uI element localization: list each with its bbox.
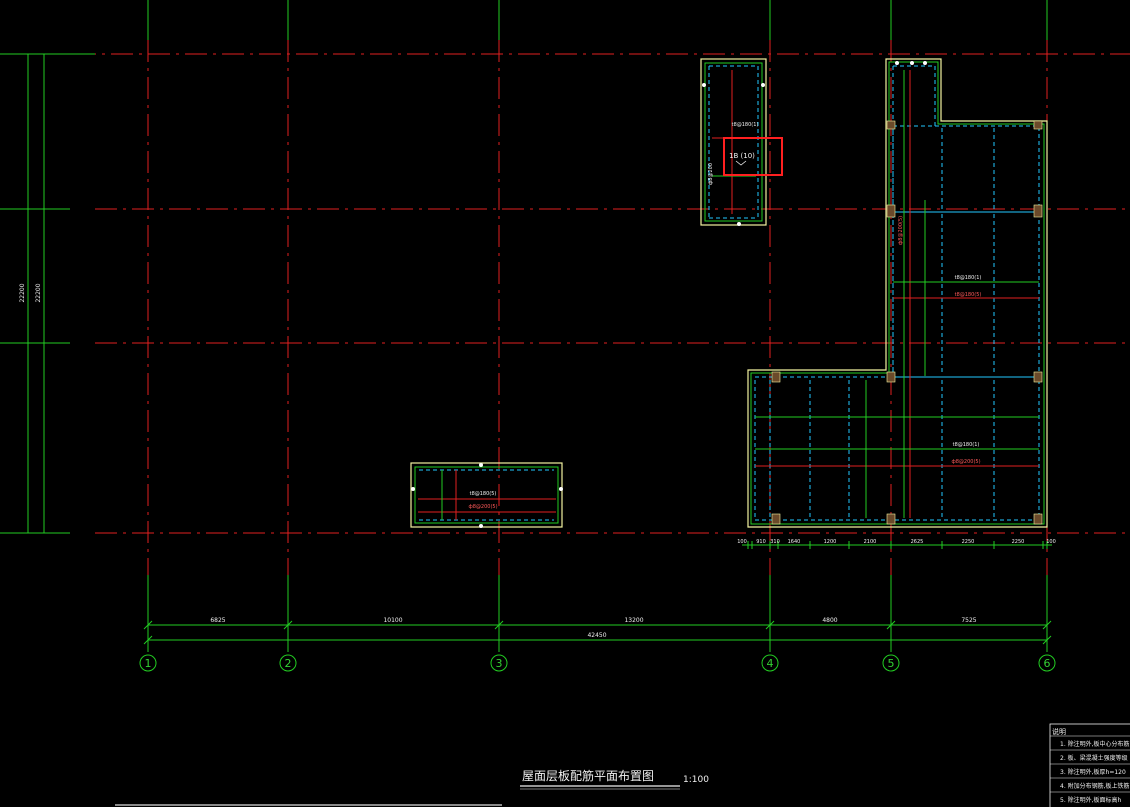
- drawing-scale: 1:100: [683, 775, 709, 785]
- sub-dim: 2625: [911, 539, 924, 545]
- slab-mark-label: 1B (10): [729, 152, 755, 160]
- notes-item-2: 2. 板、梁混凝土强度等级: [1060, 754, 1128, 762]
- slab-label: t8@180(1): [955, 275, 982, 281]
- axis-label-3: 3: [496, 657, 503, 670]
- dim-span-1: 6825: [210, 617, 225, 624]
- slab-label: ф8@200(5): [898, 216, 904, 245]
- sub-dim: 100: [737, 539, 747, 545]
- notes-item-3: 3. 除注明外,板厚h=120: [1060, 768, 1126, 776]
- slab-label: ф8@200(5): [951, 459, 980, 465]
- slab-label: ф8@200: [708, 163, 714, 185]
- slab-label: t8@180(5): [470, 491, 497, 497]
- sub-dim: 2100: [864, 539, 877, 545]
- axis-label-1: 1: [145, 657, 152, 670]
- axis-label-2: 2: [285, 657, 292, 670]
- notes-item-5: 5. 除注明外,板面标高h: [1060, 796, 1122, 804]
- notes-heading: 说明: [1052, 727, 1066, 736]
- sub-dim: 100: [1046, 539, 1056, 545]
- sub-dim: 2250: [962, 539, 975, 545]
- drawing-title-block: 屋面层板配筋平面布置图 1:100: [520, 768, 709, 790]
- sub-dimension-chain: 100 910 310 1640 1200 2100 2625 2250 225…: [737, 539, 1056, 549]
- drawing-title: 屋面层板配筋平面布置图: [522, 768, 654, 783]
- slab-panel-middle[interactable]: t8@180(5) ф8@200(5): [410, 462, 563, 528]
- sub-dim: 310: [770, 539, 780, 545]
- notes-item-1: 1. 除注明外,板中心分布筋为: [1060, 740, 1130, 748]
- axis-bubbles: [139, 654, 1056, 672]
- dim-span-5: 7525: [961, 617, 976, 624]
- cad-drawing-canvas[interactable]: 6825 10100 13200 4800 7525 42450 22200 2…: [0, 0, 1130, 807]
- sub-dim: 1200: [824, 539, 837, 545]
- slab-label: ф8@200(5): [468, 504, 497, 510]
- axis-label-5: 5: [888, 657, 895, 670]
- slab-label: t8@180(1): [953, 442, 980, 448]
- dim-left-b: 22200: [35, 283, 42, 302]
- sub-dim: 2250: [1012, 539, 1025, 545]
- slab-label: t8@180(1): [732, 122, 759, 128]
- notes-table: 说明 1. 除注明外,板中心分布筋为 2. 板、梁混凝土强度等级 3. 除注明外…: [1049, 723, 1130, 807]
- slab-panel-main[interactable]: t8@180(1) t8@180(5) t8@180(1) ф8@200(5) …: [747, 58, 1048, 528]
- dimension-texts: 6825 10100 13200 4800 7525 42450 22200 2…: [19, 283, 977, 639]
- axis-label-6: 6: [1044, 657, 1051, 670]
- notes-item-4: 4. 附加分布钢筋,板上铁筋: [1060, 782, 1130, 790]
- axis-label-4: 4: [767, 657, 774, 670]
- slab-panel-top[interactable]: t8@180(1) ф8@200 1B (10): [700, 58, 767, 226]
- dim-left-a: 22200: [19, 283, 26, 302]
- slab-label: t8@180(5): [955, 292, 982, 298]
- dim-span-4: 4800: [822, 617, 837, 624]
- red-vertical-axes: [147, 40, 1048, 575]
- dim-span-2: 10100: [383, 617, 402, 624]
- dim-span-3: 13200: [624, 617, 643, 624]
- sub-dim: 1640: [788, 539, 801, 545]
- sub-dim: 910: [756, 539, 766, 545]
- green-axis-stubs: [0, 0, 1048, 652]
- dim-total: 42450: [587, 632, 606, 639]
